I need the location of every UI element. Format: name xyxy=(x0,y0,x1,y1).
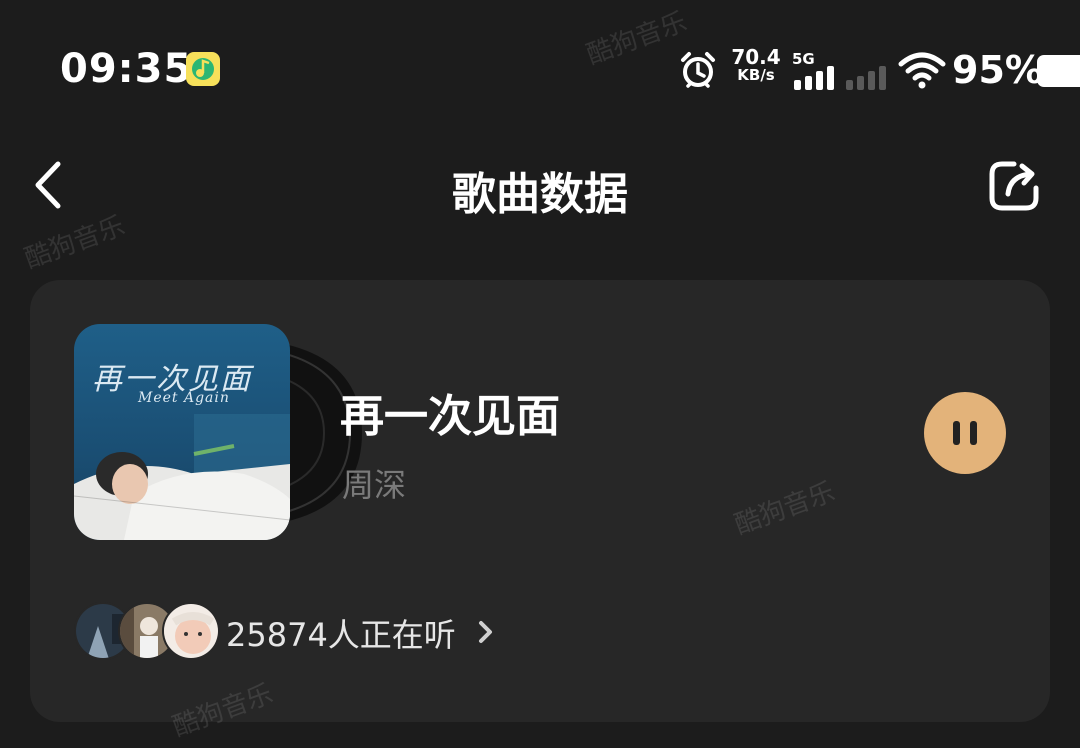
pause-button[interactable] xyxy=(924,392,1006,474)
battery-icon xyxy=(1037,55,1080,87)
share-button[interactable] xyxy=(984,156,1044,216)
network-speed-value: 70.4 xyxy=(731,45,781,69)
status-bar: 09:35 70.4 KB/s 5G 95% xyxy=(0,0,1080,140)
chevron-right-icon xyxy=(479,621,492,643)
song-artist[interactable]: 周深 xyxy=(342,460,406,506)
alarm-icon xyxy=(681,52,715,88)
battery-percent: 95% xyxy=(952,48,1043,92)
page-title: 歌曲数据 xyxy=(452,169,628,220)
status-right-group: 70.4 KB/s 5G 95% xyxy=(580,0,1080,140)
listener-count: 25874人正在听 xyxy=(226,616,456,654)
avatar xyxy=(162,602,220,660)
wifi-icon xyxy=(898,52,946,89)
status-time: 09:35 xyxy=(60,46,193,92)
song-card: 再一次见面 Meet Again 再一次见面 周深 25874人正在听 xyxy=(30,280,1050,722)
network-speed-unit: KB/s xyxy=(737,66,775,84)
song-title: 再一次见面 xyxy=(340,391,560,442)
album-cover-subtitle: Meet Again xyxy=(138,390,230,406)
share-icon xyxy=(989,161,1039,211)
signal-icon xyxy=(794,66,834,90)
page-header: 歌曲数据 xyxy=(0,140,1080,230)
network-speed: 70.4 KB/s xyxy=(730,45,782,84)
qq-music-app-icon xyxy=(186,52,220,86)
album-cover: 再一次见面 Meet Again xyxy=(74,324,290,540)
album-cover-group[interactable]: 再一次见面 Meet Again xyxy=(74,324,362,540)
song-data-page: 09:35 70.4 KB/s 5G 95% 歌曲数据 再一次见面 Meet A… xyxy=(0,0,1080,748)
listeners-row[interactable]: 25874人正在听 xyxy=(74,600,554,662)
signal-icon-secondary xyxy=(846,66,886,90)
